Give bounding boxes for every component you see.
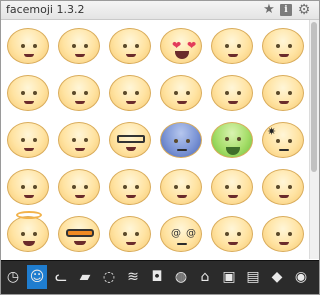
tab-animals-1[interactable]: ᓚ [51,265,71,289]
emoji-heart-eyes[interactable]: ❤ ❤ [156,22,206,69]
tab-objects-7[interactable]: ◉ [291,265,311,289]
sleepy-face-icon [7,75,49,111]
category-toolbar: ◷ ☺ ᓚ ▰ ◌ ≋ ◘ ◍ ⌂ ▣ ▤ ◆ ◉ [1,260,319,294]
angry-face-icon: ✷ [262,122,304,158]
app-title: facemoji 1.3.2 [6,3,85,16]
emoji-glasses[interactable] [105,116,155,163]
clock-icon: ◷ [6,269,20,285]
ha-face-icon [109,169,151,205]
tab-objects-5[interactable]: ▤ [243,265,263,289]
nervous-face-icon [262,28,304,64]
cat-icon: ◆ [271,269,283,285]
big-grin-face-icon [109,28,151,64]
emoji-pleased[interactable] [3,116,53,163]
emoji-flat[interactable] [156,69,206,116]
star-icon[interactable]: ★ [263,3,275,16]
mischief-face-icon [262,169,304,205]
grin-face-icon [58,28,100,64]
expressionless-face-icon [211,216,253,252]
alarm-icon: ◍ [174,269,188,285]
tab-objects-3[interactable]: ⌂ [195,265,215,289]
emoji-shocked[interactable] [105,69,155,116]
bear-icon: ◉ [294,269,308,285]
tab-faces[interactable]: ☺ [27,265,47,289]
heart-eyes-face-icon: ❤ ❤ [160,28,202,64]
emoji-smirk[interactable] [258,210,308,257]
emoji-grin[interactable] [54,22,104,69]
emoji-expressionless[interactable] [207,210,257,257]
emoji-grimace[interactable] [258,69,308,116]
gear-icon[interactable]: ⚙ [298,3,311,17]
emoji-dizzy[interactable]: @ @ [156,210,206,257]
tab-animals-2[interactable]: ▰ [75,265,95,289]
emoji-wink[interactable] [156,163,206,210]
emoji-big-grin[interactable] [105,22,155,69]
sick-green-face-icon [211,122,253,158]
emoji-happy[interactable] [207,163,257,210]
emoji-sweat-smile[interactable] [207,22,257,69]
tab-objects-2[interactable]: ◍ [171,265,191,289]
tab-objects-4[interactable]: ▣ [219,265,239,289]
info-button[interactable]: i [280,4,292,16]
teeth-grin-face-icon [58,122,100,158]
emoji-smile[interactable] [3,22,53,69]
smile-face-icon: ☺ [29,269,45,285]
house-icon: ⌂ [200,269,210,285]
tab-animals-3[interactable]: ◌ [99,265,119,289]
smile-face-icon [7,28,49,64]
grimace-face-icon [262,75,304,111]
wink-face-icon [160,169,202,205]
neutral-face-icon [7,169,49,205]
scrollbar[interactable] [309,20,319,259]
emoji-nervous[interactable] [258,22,308,69]
tab-recent[interactable]: ◷ [3,265,23,289]
emoji-cold-blue[interactable] [156,116,206,163]
scrollbar-thumb[interactable] [311,22,317,172]
happy-face-icon [211,169,253,205]
flat-face-icon [160,75,202,111]
shocked-face-icon [109,75,151,111]
crying-face-icon [58,75,100,111]
emoji-teeth-grin[interactable] [54,116,104,163]
smirk-face-icon [262,216,304,252]
monitor-icon: ▤ [246,269,260,285]
crab-icon: ≋ [127,269,139,285]
tab-objects-1[interactable]: ◘ [147,265,167,289]
robot-icon: ▣ [222,269,236,285]
ghost-icon: ◌ [102,269,116,285]
cute-face-icon [58,169,100,205]
emoji-sick-green[interactable] [207,116,257,163]
emoji-grid: ❤ ❤ ✷ @ @ [1,20,309,259]
facemoji-window: facemoji 1.3.2 ★ i ⚙ ❤ ❤ ✷ @ @ ◷ ☺ ᓚ ▰ ◌ ≋ ◘ ◍ ⌂ ▣ ▤ ◆ ◉ [0,0,320,295]
emoji-ha[interactable] [105,163,155,210]
emoji-cute[interactable] [54,163,104,210]
emoji-sunglasses[interactable] [54,210,104,257]
tab-objects-6[interactable]: ◆ [267,265,287,289]
emoji-sad[interactable] [105,210,155,257]
emoji-mischief[interactable] [258,163,308,210]
emoji-angel[interactable] [3,210,53,257]
emoji-neutral[interactable] [3,163,53,210]
sunglasses-face-icon [58,216,100,252]
tab-animals-4[interactable]: ≋ [123,265,143,289]
star-eyes-face-icon [211,75,253,111]
title-bar: facemoji 1.3.2 ★ i ⚙ [1,1,319,20]
cat-face-icon: ᓚ [55,269,67,285]
sweat-smile-face-icon [211,28,253,64]
pleased-face-icon [7,122,49,158]
emoji-angry[interactable]: ✷ [258,116,308,163]
emoji-crying[interactable] [54,69,104,116]
angel-face-icon [7,211,49,252]
emoji-star-eyes[interactable] [207,69,257,116]
glasses-face-icon [109,122,151,158]
cup-icon: ◘ [151,269,163,285]
sad-face-icon [109,216,151,252]
bird-icon: ▰ [79,269,91,285]
cold-blue-face-icon [160,122,202,158]
emoji-sleepy[interactable] [3,69,53,116]
dizzy-face-icon: @ @ [160,216,202,252]
